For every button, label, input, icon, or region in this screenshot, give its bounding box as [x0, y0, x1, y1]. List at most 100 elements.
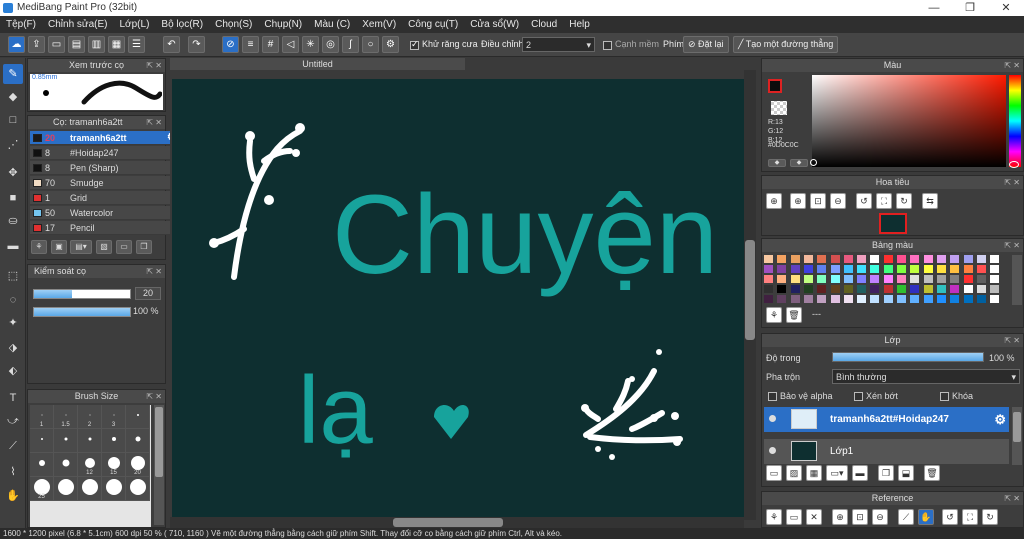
- palette-swatch[interactable]: [936, 285, 946, 293]
- menu-edit[interactable]: Chỉnh sửa(E): [42, 16, 114, 33]
- hue-slider-cursor[interactable]: [1009, 161, 1019, 168]
- color-saturation-field[interactable]: [812, 75, 1006, 167]
- palette-swatch[interactable]: [830, 275, 840, 283]
- palette-swatch[interactable]: [817, 255, 827, 263]
- brush-size-cell[interactable]: [54, 477, 78, 501]
- palette-swatch[interactable]: [910, 285, 920, 293]
- brush-size-cell[interactable]: [102, 429, 126, 453]
- zoom-out-icon[interactable]: ⊖: [830, 193, 846, 209]
- reference-fit-icon[interactable]: ⊡: [852, 509, 868, 525]
- panel-pin-icon[interactable]: ⇱ ✕: [146, 59, 162, 72]
- fill-rect-tool-icon[interactable]: ■: [3, 188, 23, 208]
- palette-swatch[interactable]: [830, 255, 840, 263]
- palette-swatch[interactable]: [963, 285, 973, 293]
- navigator-thumbnail[interactable]: [879, 213, 907, 234]
- select-eraser-icon[interactable]: ⬖: [3, 361, 23, 381]
- layer-row[interactable]: Lớp1: [764, 439, 1009, 464]
- share-icon[interactable]: ⇪: [28, 36, 45, 53]
- palette-swatch[interactable]: [923, 275, 933, 283]
- page-icon[interactable]: ▤: [68, 36, 85, 53]
- palette-swatch[interactable]: [897, 275, 906, 283]
- brush-size-cell[interactable]: [30, 429, 54, 453]
- palette-swatch[interactable]: [817, 295, 827, 303]
- document-tab[interactable]: Untitled: [170, 58, 465, 70]
- palette-swatch[interactable]: [883, 295, 893, 303]
- eraser-tool-icon[interactable]: ◆: [3, 87, 23, 107]
- brush-item[interactable]: 8 Pen (Sharp): [30, 161, 178, 175]
- cloud-brush-icon[interactable]: ☁: [8, 36, 25, 53]
- palette-swatch[interactable]: [910, 255, 920, 263]
- brush-opacity-slider[interactable]: [33, 307, 131, 317]
- brush-size-cell[interactable]: 12: [78, 453, 102, 477]
- adjust-select[interactable]: 2 ▾: [522, 37, 595, 52]
- palette-swatch[interactable]: [857, 285, 867, 293]
- palette-swatch[interactable]: [777, 295, 787, 303]
- palette-swatch[interactable]: [963, 255, 973, 263]
- brush-copy-icon[interactable]: ▧: [96, 240, 112, 254]
- drawing-canvas[interactable]: Chuyện lạ: [172, 79, 744, 517]
- operation-tool-icon[interactable]: ⤻: [3, 411, 23, 431]
- dot-brush-icon[interactable]: ⋰: [3, 135, 23, 155]
- primary-color-swatch[interactable]: [768, 79, 782, 93]
- brush-item[interactable]: 1 Grid: [30, 191, 178, 205]
- palette-swatch[interactable]: [790, 265, 800, 273]
- palette-swatch[interactable]: [803, 265, 813, 273]
- reference-hand-icon[interactable]: ✋: [918, 509, 934, 525]
- menu-snap[interactable]: Chụp(N): [258, 16, 308, 33]
- dropper-tool-icon[interactable]: ⌇: [3, 462, 23, 482]
- palette-swatch[interactable]: [777, 255, 787, 263]
- palette-swatch[interactable]: [843, 265, 853, 273]
- fit-screen-icon[interactable]: ⊡: [810, 193, 826, 209]
- lasso-tool-icon[interactable]: ◌: [3, 290, 23, 310]
- palette-swatch[interactable]: [883, 285, 893, 293]
- rect-tool-icon[interactable]: □: [3, 110, 23, 130]
- palette-swatch[interactable]: [817, 275, 827, 283]
- palette-swatch[interactable]: [923, 285, 933, 293]
- menu-filter[interactable]: Bộ lọc(R): [155, 16, 209, 33]
- palette-swatch[interactable]: [897, 295, 906, 303]
- palette-swatch[interactable]: [963, 265, 973, 273]
- palette-swatch[interactable]: [790, 285, 800, 293]
- palette-swatch[interactable]: [963, 295, 973, 303]
- layer-opacity-slider[interactable]: [832, 352, 984, 362]
- brush-tool-icon[interactable]: ✎: [3, 64, 23, 84]
- palette-swatch[interactable]: [976, 275, 986, 283]
- reference-open-icon[interactable]: ▭: [786, 509, 802, 525]
- brush-item[interactable]: 20tramanh6a2tt⚙: [30, 131, 178, 145]
- rotate-right-icon[interactable]: ↻: [896, 193, 912, 209]
- brush-size-cell[interactable]: [126, 429, 150, 453]
- palette-swatch[interactable]: [843, 275, 853, 283]
- palette-swatch[interactable]: [803, 255, 813, 263]
- palette-swatch[interactable]: [857, 255, 867, 263]
- brush-folder-icon[interactable]: ▣: [51, 240, 67, 254]
- palette-swatch[interactable]: [803, 285, 813, 293]
- nav-zoom-in-icon[interactable]: ⊕: [790, 193, 806, 209]
- palette-swatch[interactable]: [777, 275, 787, 283]
- curve-snap-icon[interactable]: ʃ: [342, 36, 359, 53]
- layer-visibility-icon[interactable]: [769, 415, 776, 422]
- cross-snap-icon[interactable]: #: [262, 36, 279, 53]
- select-rect-icon[interactable]: ⬚: [3, 266, 23, 286]
- palette-swatch[interactable]: [764, 255, 773, 263]
- palette-swatch[interactable]: [990, 255, 1000, 263]
- palette-swatch[interactable]: [950, 265, 960, 273]
- reference-fit-window-icon[interactable]: ⛶: [962, 509, 978, 525]
- zoom-in-icon[interactable]: ⊕: [766, 193, 782, 209]
- lock-checkbox[interactable]: [940, 392, 949, 401]
- new-halftone-layer-icon[interactable]: ▦: [806, 465, 822, 481]
- brush-size-value[interactable]: 20: [135, 287, 161, 300]
- brush-size-cell[interactable]: 15: [102, 453, 126, 477]
- palette-swatch[interactable]: [936, 295, 946, 303]
- minimize-icon[interactable]: —: [924, 1, 944, 15]
- palette-swatch[interactable]: [764, 285, 773, 293]
- brush-size-cell[interactable]: [78, 429, 102, 453]
- brush-size-cell[interactable]: [102, 477, 126, 501]
- ellipse-snap-icon[interactable]: ○: [362, 36, 379, 53]
- palette-swatch[interactable]: [897, 285, 906, 293]
- brush-open-icon[interactable]: ▭: [116, 240, 132, 254]
- brush-size-slider[interactable]: [33, 289, 131, 299]
- palette-swatch[interactable]: [990, 285, 1000, 293]
- menu-select[interactable]: Chọn(S): [209, 16, 258, 33]
- gradient-tool-icon[interactable]: ▬: [3, 236, 23, 256]
- layer-visibility-icon[interactable]: [769, 447, 776, 454]
